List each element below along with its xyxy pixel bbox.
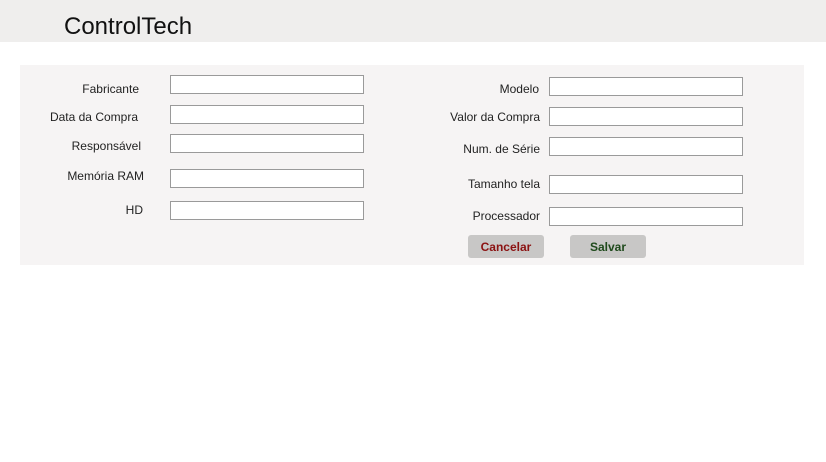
save-button[interactable]: Salvar <box>570 235 646 258</box>
num-serie-input[interactable] <box>549 137 743 156</box>
label-data-compra: Data da Compra <box>49 110 138 124</box>
memoria-ram-input[interactable] <box>170 169 364 188</box>
label-memoria-ram: Memória RAM <box>67 169 144 183</box>
valor-compra-input[interactable] <box>549 107 743 126</box>
hd-input[interactable] <box>170 201 364 220</box>
label-fabricante: Fabricante <box>82 82 139 96</box>
label-responsavel: Responsável <box>71 139 141 153</box>
label-valor-compra: Valor da Compra <box>450 110 540 124</box>
data-compra-input[interactable] <box>170 105 364 124</box>
fabricante-input[interactable] <box>170 75 364 94</box>
label-tamanho-tela: Tamanho tela <box>467 177 540 191</box>
label-modelo: Modelo <box>499 82 539 96</box>
tamanho-tela-input[interactable] <box>549 175 743 194</box>
cancel-button[interactable]: Cancelar <box>468 235 544 258</box>
processador-input[interactable] <box>549 207 743 226</box>
equipment-form: Fabricante Data da Compra Responsável Me… <box>20 65 804 265</box>
label-processador: Processador <box>472 209 540 223</box>
app-title: ControlTech <box>64 13 193 40</box>
app-header: ControlTech <box>0 0 826 42</box>
label-hd: HD <box>125 203 143 217</box>
responsavel-input[interactable] <box>170 134 364 153</box>
label-num-serie: Num. de Série <box>463 142 540 156</box>
modelo-input[interactable] <box>549 77 743 96</box>
